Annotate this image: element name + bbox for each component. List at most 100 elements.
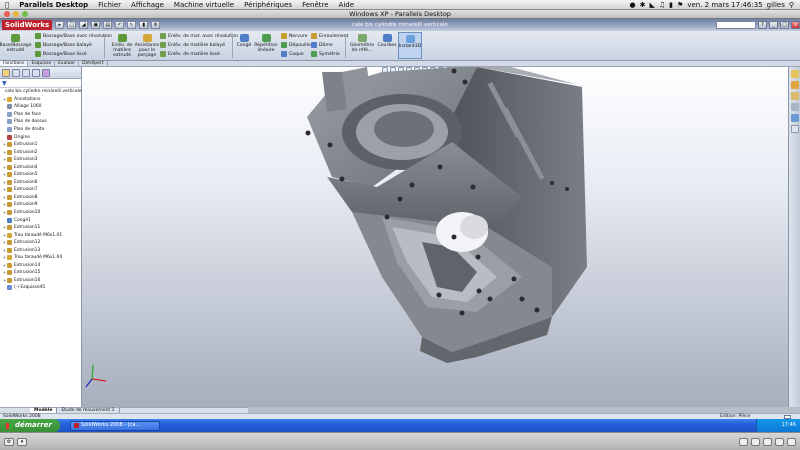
wifi-icon[interactable]: ◣ (650, 1, 655, 9)
property-manager-tab-icon[interactable] (12, 68, 20, 77)
tree-item[interactable]: + Extrusion8 (0, 194, 81, 202)
tree-item[interactable]: + Extrusion12 (0, 239, 81, 247)
tree-item[interactable]: Congé1 (0, 216, 81, 224)
revolved-cut-button[interactable]: Enlèv. de mat. avec révolution (160, 33, 238, 39)
menu-affichage[interactable]: Affichage (126, 1, 169, 9)
menu-fichier[interactable]: Fichier (93, 1, 126, 9)
tree-item[interactable]: + Extrusion2 (0, 148, 81, 156)
extruded-cut-button[interactable]: Enlèv. de matière extrudé (109, 34, 135, 58)
tab-esquisse[interactable]: Esquisse (28, 61, 56, 66)
flag-icon[interactable]: ⚑ (677, 1, 683, 9)
tree-item[interactable]: + Annotations (0, 96, 81, 104)
revolved-boss-button[interactable]: Bossage/Base avec révolution (35, 33, 112, 39)
instant3d-button[interactable]: Instant3D (398, 32, 422, 59)
swept-cut-button[interactable]: Enlèv. de matière balayé (160, 42, 225, 48)
tree-item[interactable]: + Extrusion16 (0, 277, 81, 285)
shell-button[interactable]: Coque (281, 51, 304, 57)
tree-item-label: Extrusion16 (14, 277, 41, 283)
tree-item[interactable]: + Extrusion1 (0, 141, 81, 149)
sound-icon[interactable] (787, 437, 796, 446)
dimxpert-manager-tab-icon[interactable] (32, 68, 40, 77)
lofted-boss-button[interactable]: Bossage/Base lissé (35, 51, 87, 57)
design-library-icon[interactable] (791, 81, 799, 89)
tree-item[interactable]: + Trou taraudé M6x1.04 (0, 254, 81, 262)
tab-dimxpert[interactable]: DimXpert (79, 61, 108, 66)
graphics-viewport[interactable] (82, 67, 788, 407)
feature-tree-tab-icon[interactable] (2, 68, 10, 77)
tree-item[interactable]: + Extrusion14 (0, 262, 81, 270)
menu-fenetre[interactable]: Fenêtre (297, 1, 333, 9)
tree-item[interactable]: + Extrusion11 (0, 224, 81, 232)
filter-icon[interactable]: ▼ (2, 80, 7, 87)
feature-icon (7, 157, 12, 163)
rib-button[interactable]: Nervure (281, 33, 307, 39)
curves-button[interactable]: Courbes (376, 34, 398, 48)
close-window-button[interactable] (4, 11, 10, 17)
feature-icon (7, 255, 12, 261)
tree-item[interactable]: Plan de dessus (0, 118, 81, 126)
tree-item[interactable]: + Extrusion15 (0, 269, 81, 277)
display-manager-tab-icon[interactable] (42, 68, 50, 77)
tree-item[interactable]: + Extrusion4 (0, 163, 81, 171)
tree-filter[interactable]: ▼ (0, 79, 81, 88)
linear-pattern-button[interactable]: Répétition linéaire (253, 34, 279, 53)
tree-item[interactable]: + Extrusion3 (0, 156, 81, 164)
devices-icon[interactable] (751, 437, 760, 446)
menu-peripheriques[interactable]: Périphériques (239, 1, 297, 9)
cad-model-render[interactable] (82, 67, 788, 407)
tree-item[interactable]: + Extrusion6 (0, 179, 81, 187)
tree-item[interactable]: + Extrusion5 (0, 171, 81, 179)
minimize-window-button[interactable] (13, 11, 19, 17)
tree-item[interactable]: + Trou taraudé M6x1.01 (0, 231, 81, 239)
view-palette-icon[interactable] (791, 103, 799, 111)
parallels-status-icon[interactable]: ● (630, 1, 636, 9)
bluetooth-icon[interactable]: ✱ (640, 1, 646, 9)
start-button[interactable]: démarrer (0, 419, 60, 432)
dome-button[interactable]: Dôme (311, 42, 333, 48)
swept-boss-button[interactable]: Bossage/Base balayé (35, 42, 92, 48)
configuration-manager-tab-icon[interactable] (22, 68, 30, 77)
tab-fonctions[interactable]: Fonctions (0, 61, 29, 66)
tree-item[interactable]: Alliage 1060 (0, 103, 81, 111)
appearances-icon[interactable] (791, 114, 799, 122)
reference-geometry-button[interactable]: Géométrie de réfé... (348, 34, 376, 53)
tree-item[interactable]: Plan de droite (0, 126, 81, 134)
menu-app-name[interactable]: Parallels Desktop (14, 1, 93, 9)
menubar-user[interactable]: gilles (767, 1, 785, 9)
zoom-window-button[interactable] (22, 11, 28, 17)
menubar-clock[interactable]: ven. 2 mars 17:46:35 (687, 1, 762, 9)
tree-item[interactable]: + Extrusion13 (0, 246, 81, 254)
menu-aide[interactable]: Aide (334, 1, 359, 9)
tree-item[interactable]: + Extrusion9 (0, 201, 81, 209)
tree-item[interactable]: Origine (0, 133, 81, 141)
system-tray: 17:46 (756, 419, 800, 432)
fillet-button[interactable]: Congé (234, 34, 254, 48)
tree-item[interactable]: (-) Esquisse45 (0, 284, 81, 292)
gear-icon[interactable]: ⚙ (4, 437, 14, 446)
custom-properties-icon[interactable] (791, 125, 799, 133)
apple-icon[interactable]:  (0, 1, 14, 9)
mirror-button[interactable]: Symétrie (311, 51, 340, 57)
keyboard-icon[interactable] (739, 437, 748, 446)
tree-item[interactable]: Plan de face (0, 111, 81, 119)
file-explorer-icon[interactable] (791, 92, 799, 100)
spotlight-icon[interactable]: ⚲ (789, 1, 794, 9)
network-icon[interactable] (763, 437, 772, 446)
wrap-button[interactable]: Enroulement (311, 33, 348, 39)
tab-evaluer[interactable]: Evaluer (55, 61, 80, 66)
solidworks-resources-icon[interactable] (791, 70, 799, 78)
tree-item[interactable]: + Extrusion7 (0, 186, 81, 194)
dropdown-arrow-icon[interactable]: ▾ (17, 437, 27, 446)
battery-icon[interactable]: ▮ (669, 1, 673, 9)
taskbar-solidworks-button[interactable]: SolidWorks 2008 - [ca... (69, 420, 160, 431)
shared-folder-icon[interactable] (775, 437, 784, 446)
lofted-cut-button[interactable]: Enlèv. de matière lissé (160, 51, 220, 57)
draft-button[interactable]: Dépouille (281, 42, 311, 48)
tree-item[interactable]: + Extrusion10 (0, 209, 81, 217)
menu-machine-virtuelle[interactable]: Machine virtuelle (169, 1, 239, 9)
tray-clock[interactable]: 17:46 (782, 422, 796, 428)
hole-wizard-button[interactable]: Assistance pour le perçage (134, 34, 160, 58)
tree-root-part[interactable]: cale bis cylindre minarelli verticale (0, 88, 81, 96)
volume-icon[interactable]: ♫ (659, 1, 665, 9)
extruded-boss-base-button[interactable]: Base/Bossage extrudé (0, 34, 32, 53)
